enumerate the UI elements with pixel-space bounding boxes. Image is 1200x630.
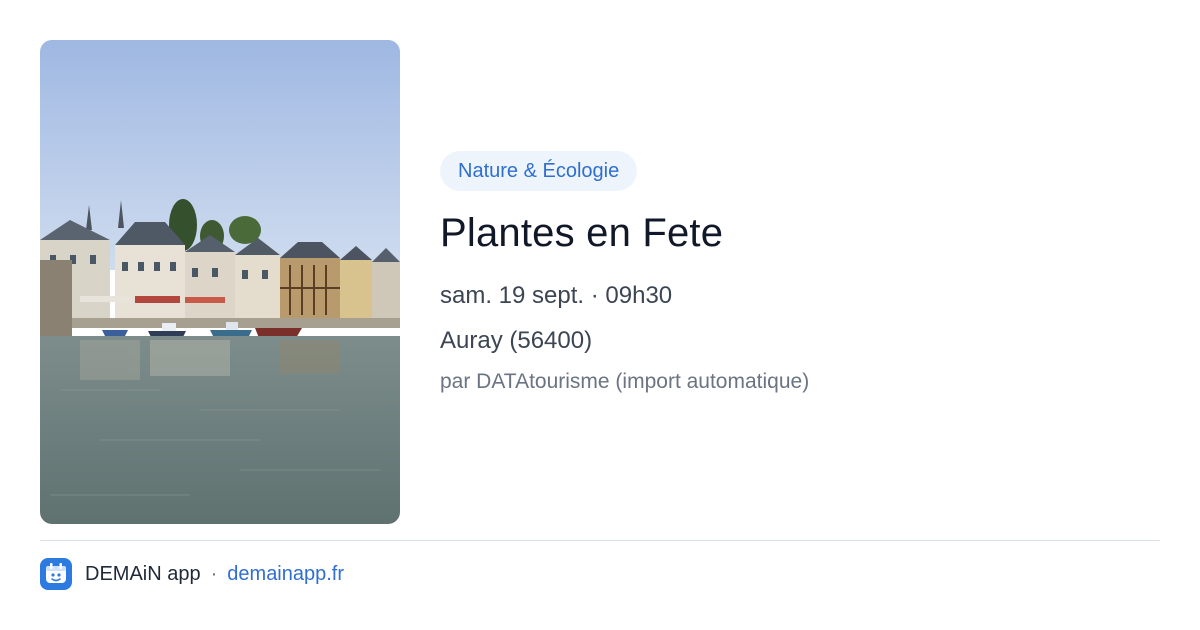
event-source: par DATAtourisme (import automatique) <box>440 370 810 393</box>
event-title: Plantes en Fete <box>440 211 724 255</box>
event-share-card: Nature & Écologie Plantes en Fete sam. 1… <box>0 0 1200 630</box>
event-photo <box>40 40 400 524</box>
category-chip[interactable]: Nature & Écologie <box>440 151 638 191</box>
demain-app-icon <box>40 558 72 590</box>
footer-separator: · <box>210 562 218 585</box>
footer-divider <box>40 540 1160 541</box>
event-location: Auray (56400) <box>440 327 593 354</box>
app-name: DEMAiN app <box>85 562 201 585</box>
event-info: Nature & Écologie Plantes en Fete sam. 1… <box>440 151 1160 396</box>
footer: DEMAiN app · demainapp.fr <box>40 558 344 590</box>
app-logo-glyph <box>46 563 66 583</box>
event-datetime: sam. 19 sept. · 09h30 <box>440 282 673 309</box>
harbor-photo-illustration <box>40 40 400 524</box>
site-link[interactable]: demainapp.fr <box>227 563 344 586</box>
